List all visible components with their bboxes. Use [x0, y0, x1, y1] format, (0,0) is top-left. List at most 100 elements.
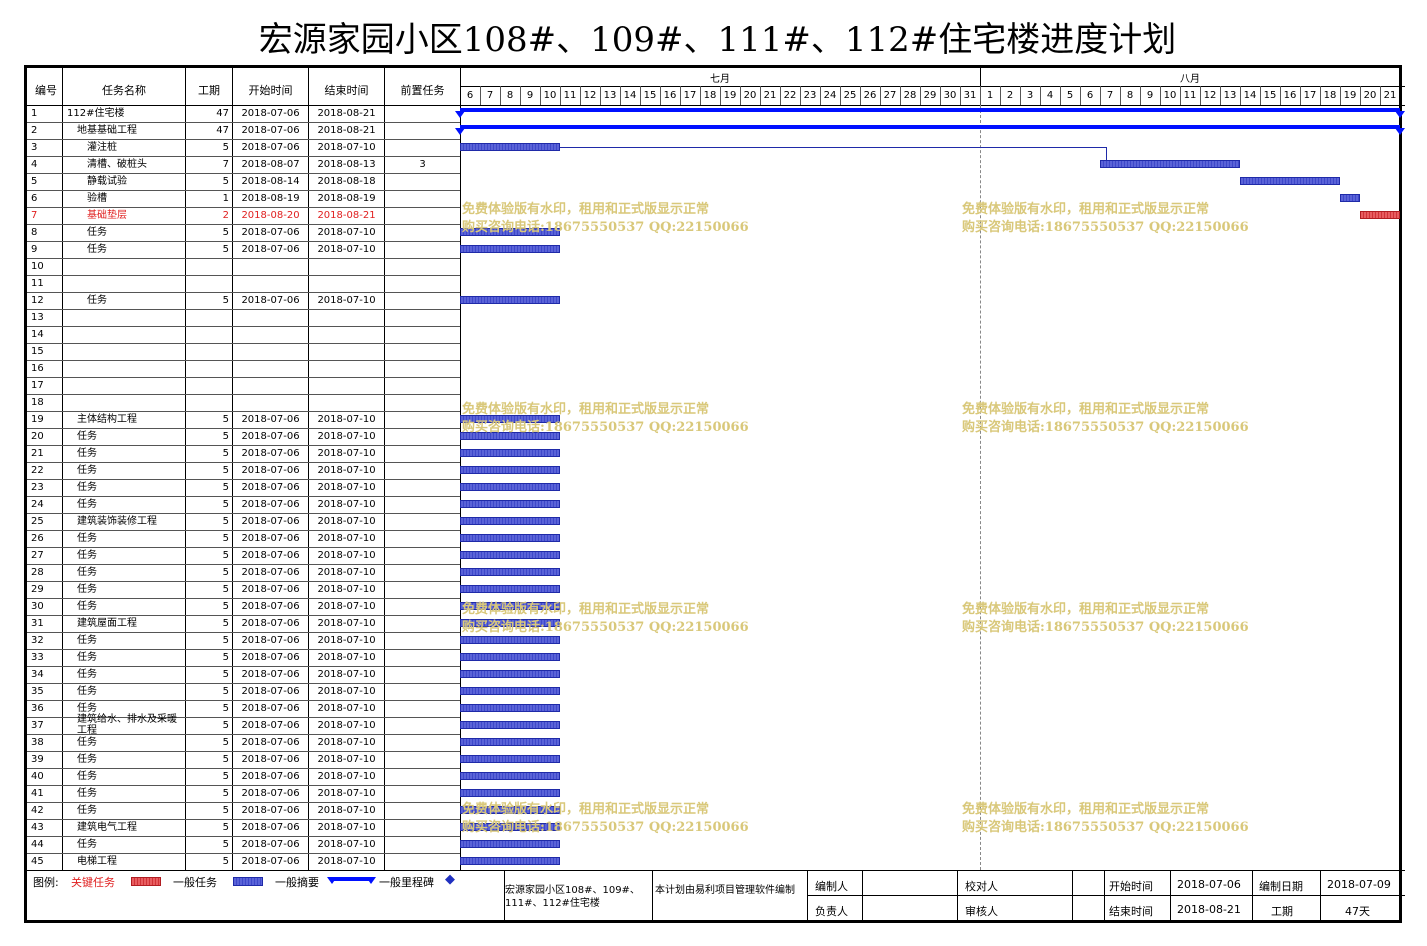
row-end: 2018-07-10 — [317, 550, 376, 561]
legend-summary-right-marker — [366, 877, 376, 884]
footer-end-value: 2018-08-21 — [1177, 903, 1241, 916]
watermark-line: 免费体验版有水印，租用和正式版显示正常 — [962, 602, 1210, 617]
day-line — [1160, 86, 1161, 105]
footer-compiler-label: 编制人 — [815, 880, 848, 893]
day-line — [620, 86, 621, 105]
row-end: 2018-07-10 — [317, 720, 376, 731]
day-label: 21 — [1383, 90, 1397, 101]
day-label: 14 — [1243, 90, 1257, 101]
row-duration: 5 — [222, 686, 229, 697]
day-line — [1100, 86, 1101, 105]
legend-milestone-label: 一般里程碑 — [379, 876, 434, 889]
footer-note: 本计划由易利项目管理软件编制 — [655, 885, 795, 896]
row-name: 电梯工程 — [77, 856, 117, 867]
row-name: 任务 — [77, 754, 97, 765]
row-end: 2018-07-10 — [317, 142, 376, 153]
row-end: 2018-07-10 — [317, 805, 376, 816]
row-duration: 5 — [222, 618, 229, 629]
day-line — [720, 86, 721, 105]
day-label: 17 — [1303, 90, 1317, 101]
row-name: 主体结构工程 — [77, 414, 137, 425]
day-line — [1180, 86, 1181, 105]
row-name: 任务 — [77, 737, 97, 748]
day-label: 7 — [486, 90, 494, 101]
row-end: 2018-07-10 — [317, 754, 376, 765]
day-label: 23 — [803, 90, 817, 101]
critical-task-bar — [1360, 211, 1400, 219]
row-id: 40 — [31, 771, 44, 782]
summary-start-marker — [455, 128, 465, 135]
watermark-line: 免费体验版有水印，租用和正式版显示正常 — [962, 202, 1210, 217]
row-end: 2018-07-10 — [317, 482, 376, 493]
row-duration: 5 — [222, 295, 229, 306]
row-name: 任务 — [77, 448, 97, 459]
watermark-line: 免费体验版有水印，租用和正式版显示正常 — [962, 402, 1210, 417]
row-id: 23 — [31, 482, 44, 493]
watermark-line: 购买咨询电话:18675550537 QQ:22150066 — [962, 420, 1249, 435]
row-name: 任务 — [77, 805, 97, 816]
day-label: 15 — [643, 90, 657, 101]
day-label: 18 — [1323, 90, 1337, 101]
row-id: 34 — [31, 669, 44, 680]
table-bottom-line — [27, 870, 1405, 871]
row-start: 2018-07-06 — [241, 244, 300, 255]
day-label: 6 — [1086, 90, 1094, 101]
row-start: 2018-07-06 — [241, 737, 300, 748]
row-name: 任务 — [77, 584, 97, 595]
watermark-line: 免费体验版有水印，租用和正式版显示正常 — [962, 802, 1210, 817]
task-bar — [460, 636, 560, 644]
row-id: 29 — [31, 584, 44, 595]
legend-critical-label: 关键任务 — [71, 876, 115, 889]
row-id: 18 — [31, 397, 44, 408]
gantt-frame: 编号 任务名称 工期 开始时间 结束时间 前置任务 七月 八月 6 7 8 9 10 11 1… — [24, 65, 1405, 923]
row-duration: 1 — [222, 193, 229, 204]
row-start: 2018-07-06 — [241, 839, 300, 850]
row-name: 灌注桩 — [87, 142, 117, 153]
row-start: 2018-08-20 — [241, 210, 300, 221]
day-line — [1320, 86, 1321, 105]
row-start: 2018-07-06 — [241, 805, 300, 816]
summary-end-marker — [1395, 128, 1405, 135]
row-end: 2018-07-10 — [317, 244, 376, 255]
day-line — [600, 86, 601, 105]
watermark-line: 购买咨询电话:18675550537 QQ:22150066 — [962, 820, 1249, 835]
row-start: 2018-07-06 — [241, 601, 300, 612]
day-line — [1120, 86, 1121, 105]
row-start: 2018-07-06 — [241, 550, 300, 561]
row-start: 2018-07-06 — [241, 125, 300, 136]
day-label: 8 — [506, 90, 514, 101]
row-id: 32 — [31, 635, 44, 646]
row-start: 2018-07-06 — [241, 499, 300, 510]
row-duration: 5 — [222, 176, 229, 187]
day-line — [1240, 86, 1241, 105]
row-duration: 5 — [222, 703, 229, 714]
day-label: 1 — [986, 90, 994, 101]
row-duration: 5 — [222, 567, 229, 578]
row-duration: 5 — [222, 227, 229, 238]
row-id: 35 — [31, 686, 44, 697]
row-name: 任务 — [77, 499, 97, 510]
day-line — [980, 86, 981, 105]
day-label: 14 — [623, 90, 637, 101]
footer-end-label: 结束时间 — [1109, 905, 1153, 918]
row-name: 基础垫层 — [87, 210, 127, 221]
task-bar — [460, 517, 560, 525]
row-end: 2018-07-10 — [317, 227, 376, 238]
row-end: 2018-07-10 — [317, 839, 376, 850]
day-line — [740, 86, 741, 105]
row-id: 39 — [31, 754, 44, 765]
row-end: 2018-07-10 — [317, 669, 376, 680]
day-label: 20 — [1363, 90, 1377, 101]
row-end: 2018-07-10 — [317, 635, 376, 646]
row-duration: 5 — [222, 822, 229, 833]
day-line — [1020, 86, 1021, 105]
row-id: 27 — [31, 550, 44, 561]
task-bar — [460, 466, 560, 474]
row-start: 2018-07-06 — [241, 754, 300, 765]
day-line — [540, 86, 541, 105]
watermark-line: 购买咨询电话:18675550537 QQ:22150066 — [462, 620, 749, 635]
day-line — [680, 86, 681, 105]
row-id: 28 — [31, 567, 44, 578]
day-label: 12 — [583, 90, 597, 101]
day-label: 19 — [1343, 90, 1357, 101]
